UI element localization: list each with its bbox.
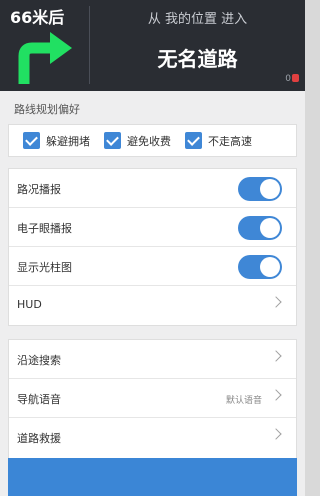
row-label: 导航语音	[17, 393, 61, 406]
camera-broadcast-row[interactable]: 电子眼播报	[9, 208, 296, 247]
row-value: 默认语音	[225, 396, 262, 406]
traffic-broadcast-row[interactable]: 路况播报	[9, 169, 296, 208]
chevron-right-icon	[270, 389, 282, 401]
chevron-right-icon	[270, 296, 282, 308]
hud-row[interactable]: HUD	[9, 286, 296, 325]
preference-label: 避免收费	[127, 134, 171, 148]
checkbox-checked-icon[interactable]	[185, 132, 202, 149]
row-label: 路况播报	[17, 183, 61, 196]
bottom-action-bar[interactable]	[8, 458, 297, 496]
row-label: 道路救援	[17, 432, 61, 445]
light-bar-row[interactable]: 显示光柱图	[9, 247, 296, 286]
row-label: 沿途搜索	[17, 354, 61, 367]
chevron-right-icon	[270, 350, 282, 362]
navigation-header: 66米后 从 我的位置 进入 无名道路 0	[0, 0, 305, 91]
navigation-voice-row[interactable]: 导航语音 默认语音	[9, 379, 296, 418]
turn-right-arrow-icon	[18, 32, 72, 84]
row-label: HUD	[17, 298, 42, 311]
preference-avoid-congestion[interactable]: 躲避拥堵	[23, 132, 90, 149]
light-bar-toggle[interactable]	[238, 255, 282, 279]
location-pin-icon	[292, 74, 299, 82]
status-count: 0	[285, 74, 291, 84]
settings-panel: 路线规划偏好 躲避拥堵 避免收费 不走高速 路况播报 电子眼播报 显示光柱图 H	[0, 91, 305, 496]
broadcast-settings-card: 路况播报 电子眼播报 显示光柱图 HUD	[8, 168, 297, 326]
along-route-search-row[interactable]: 沿途搜索	[9, 340, 296, 379]
preference-label: 躲避拥堵	[46, 134, 90, 148]
row-label: 显示光柱图	[17, 261, 72, 274]
row-label: 电子眼播报	[17, 222, 72, 235]
preference-avoid-tolls[interactable]: 避免收费	[104, 132, 171, 149]
traffic-broadcast-toggle[interactable]	[238, 177, 282, 201]
preference-avoid-highways[interactable]: 不走高速	[185, 132, 252, 149]
checkbox-checked-icon[interactable]	[23, 132, 40, 149]
route-origin-text: 从 我的位置 进入	[147, 12, 248, 27]
chevron-right-icon	[270, 428, 282, 440]
route-preference-card: 躲避拥堵 避免收费 不走高速	[8, 124, 297, 157]
road-name: 无名道路	[157, 47, 238, 71]
preference-label: 不走高速	[208, 134, 252, 148]
checkbox-checked-icon[interactable]	[104, 132, 121, 149]
road-rescue-row[interactable]: 道路救援	[9, 418, 296, 457]
camera-broadcast-toggle[interactable]	[238, 216, 282, 240]
route-preference-title: 路线规划偏好	[14, 103, 80, 116]
more-settings-card: 沿途搜索 导航语音 默认语音 道路救援	[8, 339, 297, 469]
distance-label: 66米后	[10, 8, 65, 27]
